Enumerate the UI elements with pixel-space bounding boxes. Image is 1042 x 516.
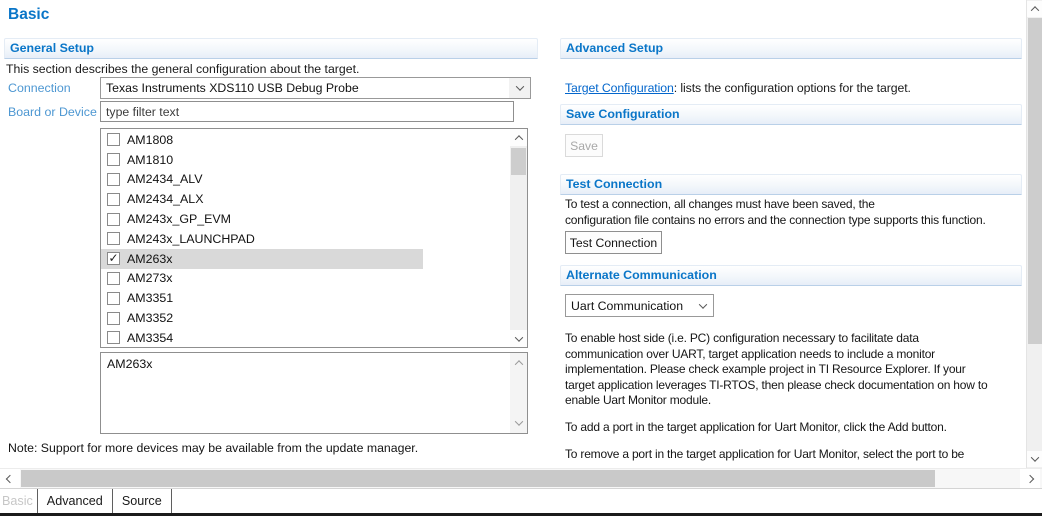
checkbox-checked-icon[interactable]: ✓: [107, 252, 120, 265]
vertical-scrollbar-thumb[interactable]: [1028, 18, 1042, 344]
device-label: AM263x: [127, 252, 172, 266]
connection-dropdown[interactable]: Texas Instruments XDS110 USB Debug Probe: [100, 77, 531, 99]
device-row[interactable]: AM1808: [101, 130, 510, 150]
editor-horizontal-scrollbar[interactable]: [0, 468, 1042, 488]
uart-monitor-paragraph-1: To enable host side (i.e. PC) configurat…: [565, 331, 987, 409]
checkbox-icon[interactable]: [107, 312, 120, 325]
device-label: AM2434_ALV: [127, 172, 203, 186]
device-row[interactable]: AM2434_ALX: [101, 189, 510, 209]
tab-advanced[interactable]: Advanced: [38, 489, 113, 513]
tab-source[interactable]: Source: [113, 489, 172, 513]
device-label: AM273x: [127, 271, 172, 285]
device-label: AM3352: [127, 311, 173, 325]
device-row[interactable]: AM273x: [101, 269, 510, 289]
checkbox-icon[interactable]: [107, 153, 120, 166]
horizontal-scrollbar-thumb[interactable]: [21, 470, 935, 487]
target-configuration-line: Target Configuration: lists the configur…: [565, 81, 911, 95]
target-configuration-link[interactable]: Target Configuration: [565, 81, 674, 95]
editor-vertical-scrollbar[interactable]: [1026, 0, 1042, 468]
general-setup-header: General Setup: [4, 38, 538, 59]
connection-dropdown-value: Texas Instruments XDS110 USB Debug Probe: [101, 81, 509, 95]
device-row[interactable]: AM1810: [101, 150, 510, 170]
save-configuration-header: Save Configuration: [560, 104, 1022, 125]
device-filter-input[interactable]: [100, 101, 514, 122]
device-row[interactable]: AM243x_LAUNCHPAD: [101, 229, 510, 249]
scroll-down-icon[interactable]: [510, 416, 527, 430]
scroll-down-icon[interactable]: [510, 330, 527, 347]
checkbox-icon[interactable]: [107, 232, 120, 245]
target-configuration-link-suffix: : lists the configuration options for th…: [674, 81, 911, 95]
checkbox-icon[interactable]: [107, 173, 120, 186]
scroll-up-icon[interactable]: [510, 356, 527, 370]
board-or-device-label: Board or Device: [8, 105, 97, 119]
scroll-up-icon[interactable]: [1027, 1, 1042, 17]
save-button[interactable]: Save: [565, 134, 603, 157]
scroll-right-icon[interactable]: [1020, 469, 1040, 488]
alternate-communication-dropdown-value: Uart Communication: [566, 299, 692, 313]
device-list: AM1808 AM1810 AM2434_ALV AM2434_ALX AM243x_G…: [101, 130, 510, 348]
device-label: AM243x_LAUNCHPAD: [127, 232, 255, 246]
selected-devices-textarea[interactable]: AM263x: [100, 352, 528, 434]
device-row[interactable]: AM3352: [101, 308, 510, 328]
device-label: AM2434_ALX: [127, 192, 203, 206]
device-row[interactable]: AM3354: [101, 328, 510, 348]
test-connection-description: To test a connection, all changes must h…: [565, 197, 986, 228]
device-listbox: AM1808 AM1810 AM2434_ALV AM2434_ALX AM243x_G…: [100, 128, 528, 348]
device-label: AM1810: [127, 153, 173, 167]
chevron-down-icon: [509, 78, 530, 98]
checkbox-icon[interactable]: [107, 133, 120, 146]
chevron-down-icon: [692, 295, 713, 316]
scroll-down-icon[interactable]: [1027, 451, 1042, 467]
device-row[interactable]: AM2434_ALV: [101, 170, 510, 190]
uart-monitor-paragraph-3: To remove a port in the target applicati…: [565, 447, 964, 463]
device-label: AM3351: [127, 291, 173, 305]
uart-monitor-paragraph-2: To add a port in the target application …: [565, 420, 947, 436]
checkbox-icon[interactable]: [107, 331, 120, 344]
advanced-setup-header: Advanced Setup: [560, 38, 1022, 59]
page-title: Basic: [8, 6, 49, 24]
device-list-scrollbar-thumb[interactable]: [511, 148, 526, 175]
update-manager-note: Note: Support for more devices may be av…: [8, 441, 418, 455]
device-row[interactable]: AM3351: [101, 288, 510, 308]
tab-basic[interactable]: Basic: [0, 489, 38, 513]
alternate-communication-header: Alternate Communication: [560, 265, 1022, 286]
selected-devices-value: AM263x: [107, 357, 152, 371]
device-label: AM243x_GP_EVM: [127, 212, 231, 226]
device-row[interactable]: AM243x_GP_EVM: [101, 209, 510, 229]
checkbox-icon[interactable]: [107, 292, 120, 305]
target-configuration-editor: Basic General Setup This section describ…: [0, 0, 1042, 516]
connection-label: Connection: [8, 81, 71, 95]
selected-devices-scrollbar[interactable]: [510, 353, 527, 433]
test-connection-header: Test Connection: [560, 174, 1022, 195]
device-row[interactable]: ✓ AM263x: [101, 249, 510, 269]
general-setup-description: This section describes the general confi…: [6, 62, 359, 76]
device-label: AM3354: [127, 331, 173, 345]
checkbox-icon[interactable]: [107, 272, 120, 285]
scroll-left-icon[interactable]: [0, 469, 20, 488]
device-label: AM1808: [127, 133, 173, 147]
scroll-up-icon[interactable]: [510, 129, 527, 146]
alternate-communication-dropdown[interactable]: Uart Communication: [565, 294, 714, 317]
device-list-scrollbar[interactable]: [510, 129, 527, 347]
test-connection-button[interactable]: Test Connection: [565, 231, 662, 254]
checkbox-icon[interactable]: [107, 193, 120, 206]
checkbox-icon[interactable]: [107, 213, 120, 226]
editor-page-tabs: Basic Advanced Source: [0, 488, 1042, 513]
